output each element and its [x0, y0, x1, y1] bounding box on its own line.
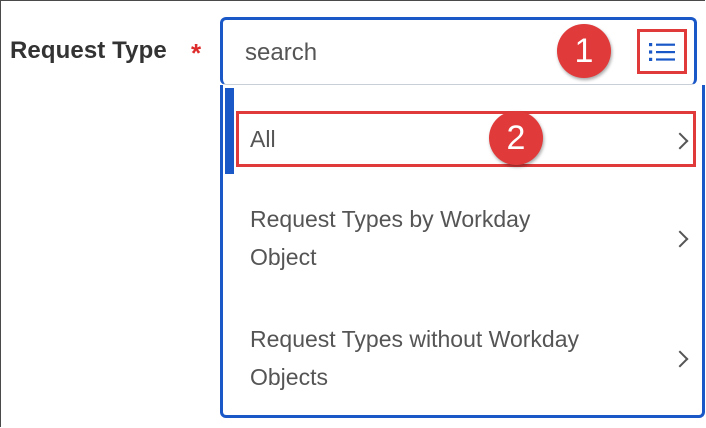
dropdown-menu: All Request Types by Workday Object Requ… [220, 85, 705, 418]
menu-item-all[interactable]: All [223, 115, 702, 167]
menu-item-label-line1: Request Types without Workday [250, 326, 579, 352]
list-prompt-button[interactable] [637, 29, 687, 74]
menu-item-label: All [250, 126, 276, 152]
menu-item-label-line2: Object [250, 244, 317, 270]
menu-item-label-line1: Request Types by Workday [250, 206, 531, 232]
request-type-label: Request Type [10, 37, 167, 64]
menu-item-label-line2: Objects [250, 364, 328, 390]
menu-item-request-types-by-object[interactable]: Request Types by Workday Object [223, 197, 702, 281]
menu-item-request-types-without-objects[interactable]: Request Types without Workday Objects [223, 317, 702, 401]
chevron-right-icon [671, 230, 689, 248]
list-icon [649, 42, 675, 61]
chevron-right-icon [671, 350, 689, 368]
chevron-right-icon [671, 132, 689, 150]
search-input[interactable] [245, 36, 545, 70]
callout-marker-1: 1 [557, 24, 611, 78]
callout-marker-2: 2 [489, 111, 543, 165]
request-type-prompt[interactable] [220, 17, 697, 85]
required-indicator: * [191, 38, 202, 68]
